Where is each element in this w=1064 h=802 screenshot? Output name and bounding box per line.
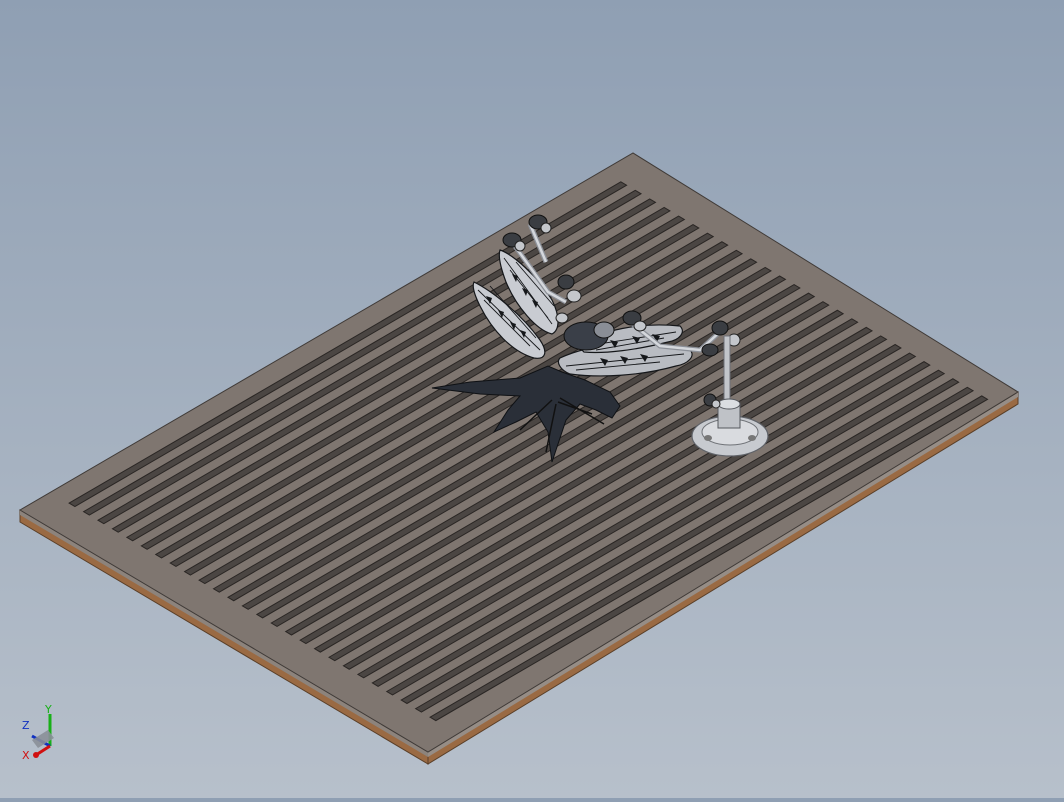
triad-z-label: Z (22, 719, 30, 732)
triad-x-label: X (22, 749, 30, 762)
graphics-viewport[interactable]: Y Z X (0, 0, 1064, 798)
triad-y-label: Y (45, 703, 52, 716)
orientation-triad[interactable]: Y Z X (14, 700, 66, 766)
cad-model-view[interactable] (0, 0, 1064, 798)
